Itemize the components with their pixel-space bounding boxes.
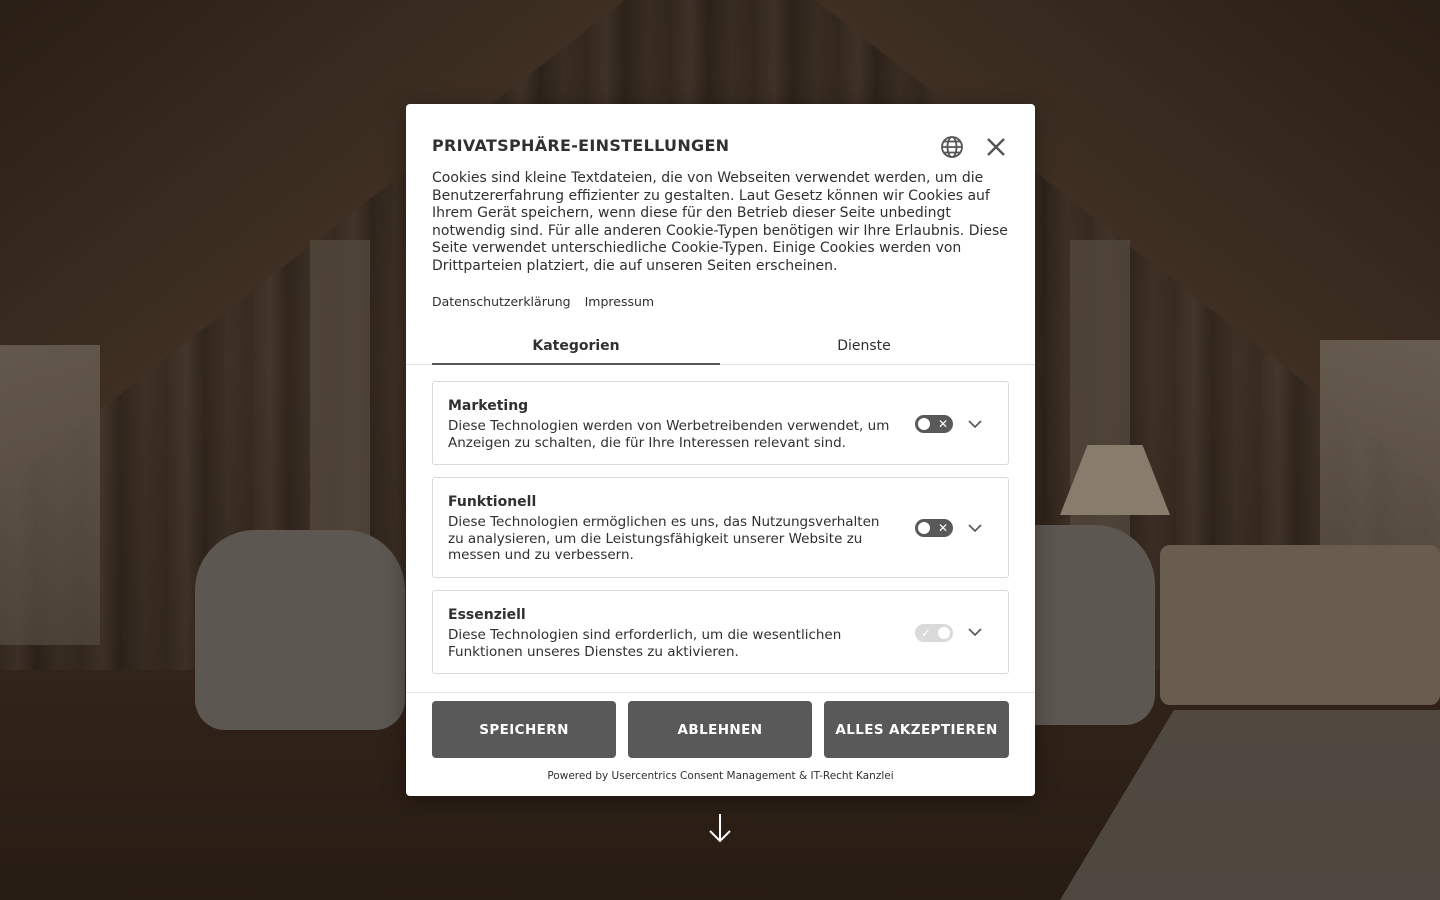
dialog-description: Cookies sind kleine Textdateien, die von… — [432, 170, 1008, 274]
category-card-functional: Funktionell Diese Technologien ermöglich… — [432, 477, 1009, 578]
tab-categories[interactable]: Kategorien — [432, 338, 720, 365]
category-card-essential: Essenziell Diese Technologien sind erfor… — [432, 590, 1009, 674]
privacy-policy-link[interactable]: Datenschutzerklärung — [432, 294, 571, 309]
category-title: Funktionell — [448, 494, 537, 510]
category-title: Essenziell — [448, 607, 526, 623]
legal-links: Datenschutzerklärung Impressum — [432, 294, 664, 309]
deny-button[interactable]: ABLEHNEN — [628, 701, 812, 758]
chevron-down-icon[interactable] — [967, 624, 983, 640]
arrow-down-icon[interactable] — [708, 812, 732, 844]
tab-bar: Kategorien Dienste — [406, 332, 1035, 365]
powered-by-text: Powered by Usercentrics Consent Manageme… — [547, 770, 894, 782]
privacy-settings-dialog: PRIVATSPHÄRE-EINSTELLUNGEN Cookies sind … — [406, 104, 1035, 796]
imprint-link[interactable]: Impressum — [585, 294, 654, 309]
marketing-toggle[interactable]: ✕ — [915, 415, 953, 433]
toggle-off-icon: ✕ — [937, 417, 948, 431]
dialog-header: PRIVATSPHÄRE-EINSTELLUNGEN — [432, 134, 1009, 158]
essential-toggle: ✓ — [915, 624, 953, 642]
category-description: Diese Technologien sind erforderlich, um… — [448, 627, 842, 660]
tab-services[interactable]: Dienste — [720, 338, 1008, 365]
chevron-down-icon[interactable] — [967, 520, 983, 536]
toggle-on-icon: ✓ — [921, 626, 932, 640]
divider — [406, 692, 1035, 693]
close-icon[interactable] — [983, 134, 1009, 160]
dialog-title: PRIVATSPHÄRE-EINSTELLUNGEN — [432, 136, 730, 155]
category-title: Marketing — [448, 398, 529, 414]
toggle-knob — [918, 522, 930, 534]
save-button[interactable]: SPEICHERN — [432, 701, 616, 758]
category-description: Diese Technologien werden von Werbetreib… — [448, 418, 890, 451]
globe-icon[interactable] — [939, 134, 965, 160]
category-card-marketing: Marketing Diese Technologien werden von … — [432, 381, 1009, 465]
toggle-off-icon: ✕ — [937, 521, 948, 535]
category-description: Diese Technologien ermöglichen es uns, d… — [448, 514, 880, 563]
toggle-knob — [938, 627, 950, 639]
chevron-down-icon[interactable] — [967, 416, 983, 432]
toggle-knob — [918, 418, 930, 430]
functional-toggle[interactable]: ✕ — [915, 519, 953, 537]
accept-all-button[interactable]: ALLES AKZEPTIEREN — [824, 701, 1009, 758]
